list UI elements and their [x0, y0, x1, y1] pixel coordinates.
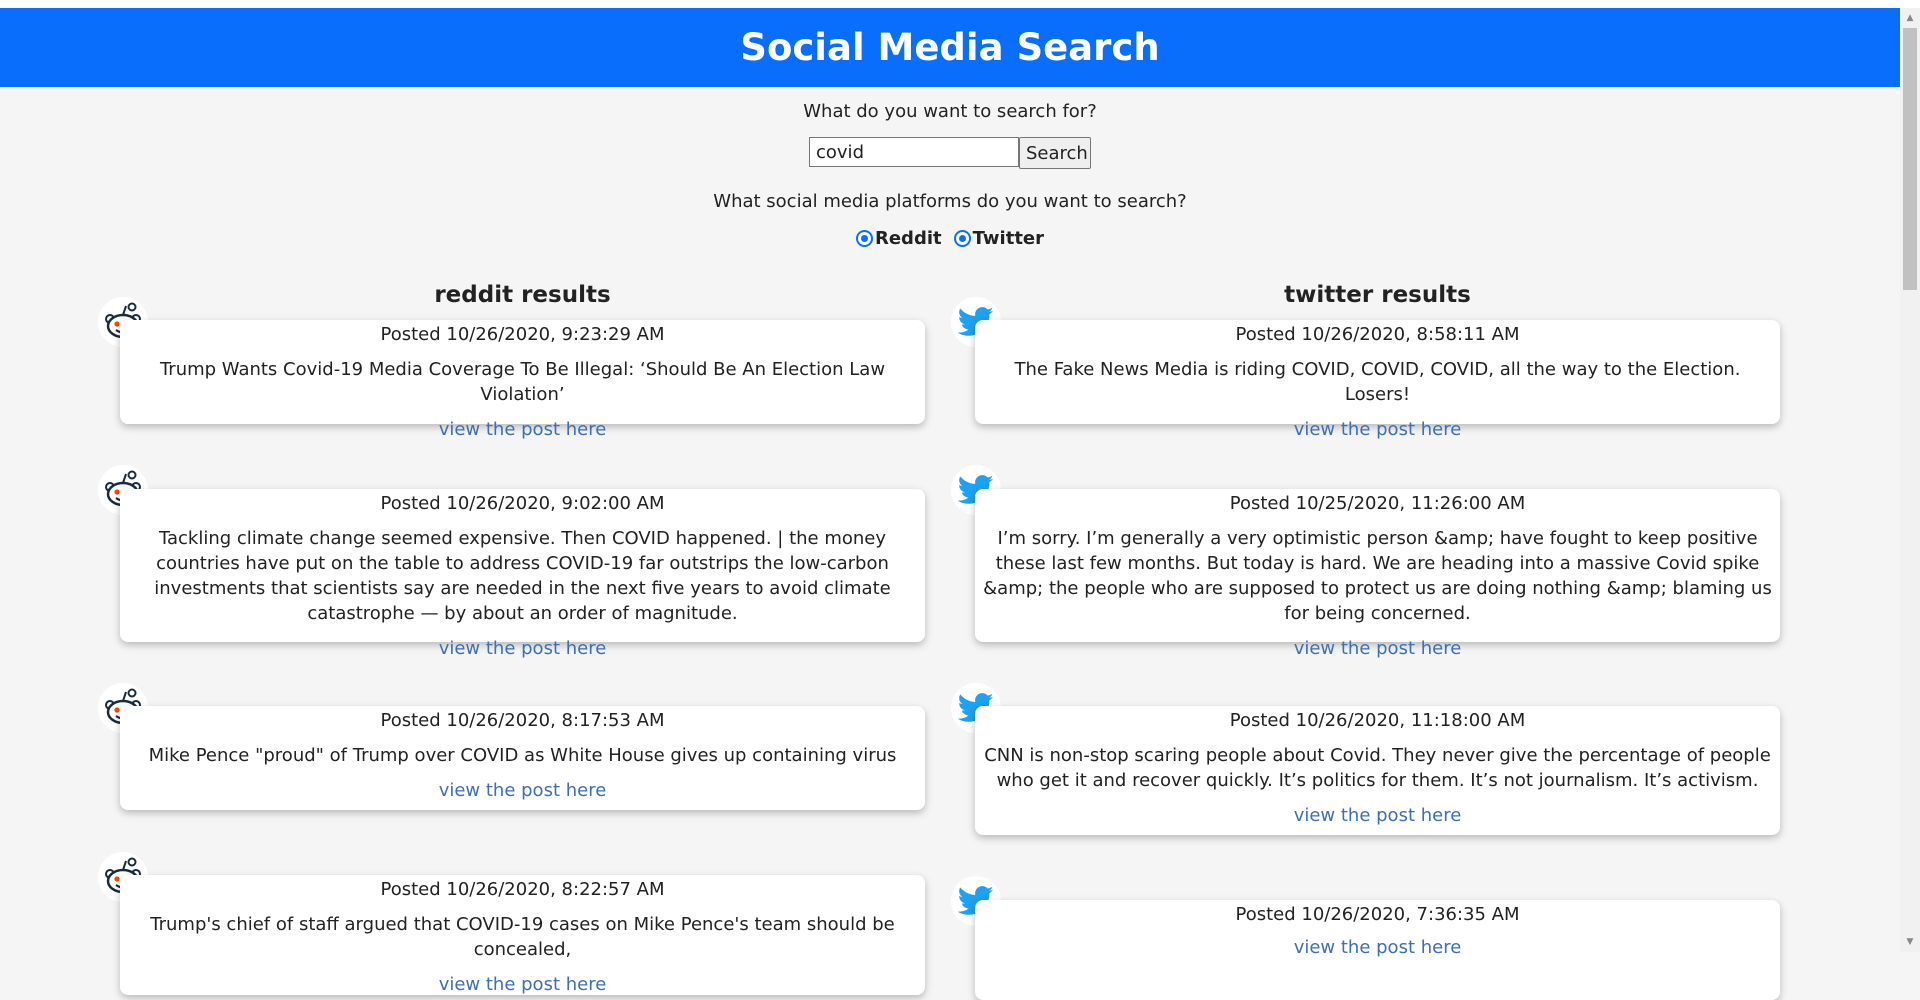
- scrollbar-thumb[interactable]: [1903, 28, 1917, 290]
- view-post-link[interactable]: view the post here: [120, 419, 925, 440]
- platform-option-twitter[interactable]: Twitter: [953, 228, 1045, 249]
- vertical-scrollbar[interactable]: ▲ ▼: [1900, 8, 1920, 952]
- search-button[interactable]: Search: [1019, 137, 1091, 169]
- post-text: CNN is non-stop scaring people about Cov…: [984, 745, 1771, 791]
- view-post-link[interactable]: view the post here: [120, 974, 925, 995]
- post-date: Posted 10/25/2020, 11:26:00 AM: [1229, 493, 1526, 514]
- view-post-link[interactable]: view the post here: [975, 419, 1780, 440]
- post-text: Mike Pence "proud" of Trump over COVID a…: [148, 745, 897, 766]
- view-post-link[interactable]: view the post here: [120, 638, 925, 659]
- twitter-radio-label: Twitter: [972, 228, 1045, 249]
- post-date: Posted 10/26/2020, 8:58:11 AM: [1235, 324, 1520, 345]
- reddit-radio[interactable]: [855, 230, 873, 247]
- reddit-post-card: Posted 10/26/2020, 9:02:00 AM Tackling c…: [120, 489, 925, 659]
- scroll-down-icon[interactable]: ▼: [1900, 932, 1920, 952]
- reddit-post-card: Posted 10/26/2020, 9:23:29 AM Trump Want…: [120, 320, 925, 440]
- post-date: Posted 10/26/2020, 8:17:53 AM: [380, 710, 665, 731]
- post-date: Posted 10/26/2020, 9:02:00 AM: [380, 493, 665, 514]
- twitter-post-card: Posted 10/26/2020, 11:18:00 AM CNN is no…: [975, 706, 1780, 835]
- page-header: Social Media Search: [0, 8, 1900, 87]
- page-title: Social Media Search: [740, 26, 1160, 69]
- twitter-post-card: Posted 10/26/2020, 8:58:11 AM The Fake N…: [975, 320, 1780, 440]
- twitter-results-title: twitter results: [1284, 282, 1471, 308]
- reddit-results-title: reddit results: [434, 282, 611, 308]
- twitter-post-card: Posted 10/25/2020, 11:26:00 AM I’m sorry…: [975, 489, 1780, 659]
- view-post-link[interactable]: view the post here: [975, 805, 1780, 826]
- post-date: Posted 10/26/2020, 11:18:00 AM: [1229, 710, 1526, 731]
- platform-option-reddit[interactable]: Reddit: [855, 228, 942, 249]
- window-top-strip: [0, 0, 1920, 8]
- search-prompt: What do you want to search for?: [803, 101, 1097, 122]
- post-text: The Fake News Media is riding COVID, COV…: [1014, 359, 1741, 405]
- twitter-post-card: Posted 10/26/2020, 7:36:35 AM view the p…: [975, 900, 1780, 1000]
- post-date: Posted 10/26/2020, 7:36:35 AM: [1235, 904, 1520, 925]
- twitter-radio[interactable]: [953, 230, 971, 247]
- reddit-post-card: Posted 10/26/2020, 8:17:53 AM Mike Pence…: [120, 706, 925, 810]
- scroll-up-icon[interactable]: ▲: [1900, 8, 1920, 28]
- reddit-radio-label: Reddit: [874, 228, 942, 249]
- post-date: Posted 10/26/2020, 9:23:29 AM: [380, 324, 665, 345]
- post-text: Tackling climate change seemed expensive…: [154, 528, 891, 624]
- post-text: I’m sorry. I’m generally a very optimist…: [983, 528, 1772, 624]
- view-post-link[interactable]: view the post here: [120, 780, 925, 801]
- view-post-link[interactable]: view the post here: [975, 937, 1780, 958]
- search-input[interactable]: [809, 137, 1019, 167]
- post-text: Trump's chief of staff argued that COVID…: [150, 914, 895, 960]
- post-text: Trump Wants Covid-19 Media Coverage To B…: [159, 359, 886, 405]
- search-row: Search: [809, 137, 1091, 169]
- platform-prompt: What social media platforms do you want …: [713, 191, 1187, 212]
- post-date: Posted 10/26/2020, 8:22:57 AM: [380, 879, 665, 900]
- reddit-post-card: Posted 10/26/2020, 8:22:57 AM Trump's ch…: [120, 875, 925, 995]
- view-post-link[interactable]: view the post here: [975, 638, 1780, 659]
- platform-options: Reddit Twitter: [0, 228, 1900, 249]
